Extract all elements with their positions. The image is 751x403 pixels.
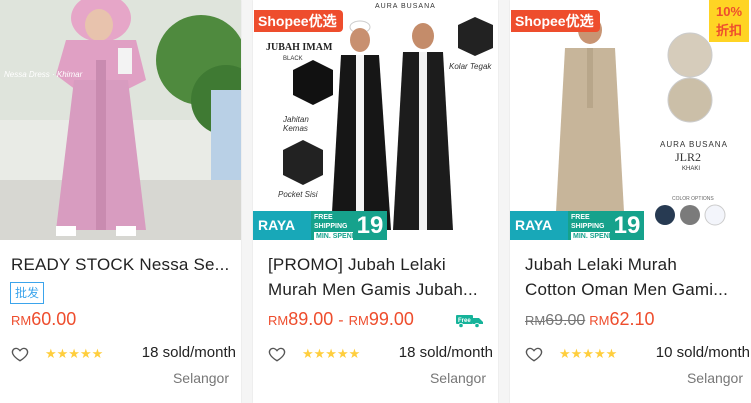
rating-row: ★★★★★ 18 sold/month: [11, 344, 236, 364]
product-card[interactable]: AURA BUSANA JLR2 KHAKI COLOR OPTIONS RAY…: [510, 0, 751, 403]
image-note: Kolar Tegak: [449, 62, 492, 71]
product-title[interactable]: [PROMO] Jubah Lelaki Murah Men Gamis Jub…: [268, 252, 488, 304]
shopee-preferred-badge: Shopee优选: [254, 10, 343, 32]
product-title[interactable]: Jubah Lelaki Murah Cotton Oman Men Gami.…: [525, 252, 745, 304]
product-card[interactable]: AURA BUSANA JUBAH IMAM BLACK Jahitan Kem…: [253, 0, 498, 403]
sold-count: 18 sold/month: [141, 344, 236, 361]
price-value: 89.00: [288, 309, 334, 329]
star-rating: ★★★★★: [559, 346, 618, 361]
product-price: RM69.00 RM62.10: [525, 309, 655, 330]
wholesale-tag: 批发: [10, 282, 45, 304]
shop-location: Selangor: [686, 370, 743, 386]
image-note: Pocket Sisi: [278, 190, 318, 199]
star-rating: ★★★★★: [302, 346, 361, 361]
product-image[interactable]: AURA BUSANA JUBAH IMAM BLACK Jahitan Kem…: [253, 0, 498, 240]
product-price: RM60.00: [11, 309, 76, 330]
rating-row: ★★★★★ 10 sold/month: [525, 344, 750, 364]
sold-count: 18 sold/month: [398, 344, 493, 361]
price-max: 99.00: [368, 309, 414, 329]
currency: RM: [589, 313, 610, 328]
title-line: [PROMO] Jubah Lelaki: [268, 255, 446, 274]
product-grid: Nessa Dress · Khimar READY STOCK Nessa S…: [0, 0, 751, 403]
price-value: 62.10: [609, 309, 655, 329]
title-line: Cotton Oman Men Gami...: [525, 280, 729, 299]
star-rating: ★★★★★: [45, 346, 104, 361]
svg-text:Free: Free: [458, 318, 471, 324]
heart-outline-icon[interactable]: [525, 345, 543, 363]
title-line: Jubah Lelaki Murah: [525, 255, 677, 274]
heart-outline-icon[interactable]: [11, 345, 29, 363]
heart-outline-icon[interactable]: [268, 345, 286, 363]
price-value: 60.00: [31, 309, 77, 329]
currency: RM: [11, 313, 32, 328]
promo-brand: RAYA: [253, 211, 311, 240]
discount-percent: 10%: [715, 4, 743, 19]
sold-count: 10 sold/month: [655, 344, 750, 361]
image-caption: Nessa Dress · Khimar: [4, 70, 83, 79]
image-colors-label: COLOR OPTIONS: [672, 196, 714, 202]
title-line: Murah Men Gamis Jubah...: [268, 280, 478, 299]
image-brand: AURA BUSANA: [660, 140, 728, 149]
discount-label: 折扣: [715, 23, 742, 38]
currency: RM: [348, 313, 369, 328]
product-card[interactable]: Nessa Dress · Khimar READY STOCK Nessa S…: [0, 0, 241, 403]
promo-brand: RAYA: [510, 211, 568, 240]
original-price: RM69.00: [525, 312, 585, 329]
promo-banner: RAYA FREE SHIPPING MIN. SPEND 19: [510, 211, 751, 240]
image-model: JLR2: [675, 150, 702, 164]
product-title[interactable]: READY STOCK Nessa Se...: [11, 252, 231, 278]
discount-badge: 10% 折扣: [709, 0, 749, 42]
promo-amount: 19: [610, 211, 644, 240]
image-note: Jahitan Kemas: [283, 115, 309, 133]
original-price-value: 69.00: [545, 312, 586, 329]
image-heading: JUBAH IMAM: [266, 42, 333, 53]
shopee-preferred-badge: Shopee优选: [511, 10, 600, 32]
shop-location: Selangor: [429, 370, 486, 386]
currency: RM: [268, 313, 289, 328]
rating-row: ★★★★★ 18 sold/month: [268, 344, 493, 364]
currency: RM: [525, 313, 546, 328]
truck-icon: Free: [456, 315, 483, 328]
promo-amount: 19: [353, 211, 387, 240]
product-image[interactable]: Nessa Dress · Khimar: [0, 0, 241, 240]
shop-location: Selangor: [172, 370, 229, 386]
product-price: RM89.00- RM99.00: [268, 309, 414, 329]
image-brand: AURA BUSANA: [375, 3, 436, 10]
image-sub: BLACK: [283, 56, 303, 62]
promo-banner: RAYA FREE SHIPPING MIN. SPEND 19: [253, 211, 498, 240]
image-sub: KHAKI: [682, 166, 701, 172]
